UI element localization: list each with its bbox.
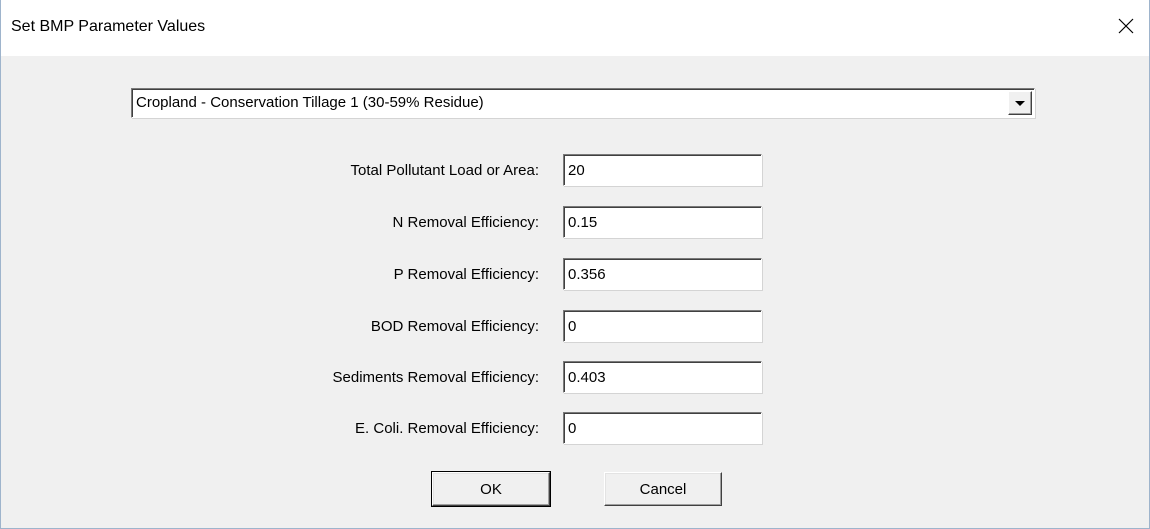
ok-button[interactable]: OK	[431, 471, 551, 507]
n-removal-label: N Removal Efficiency:	[392, 214, 539, 231]
close-icon	[1118, 18, 1134, 39]
field-row-total-load: Total Pollutant Load or Area:	[1, 154, 1149, 188]
bmp-type-selected-value: Cropland - Conservation Tillage 1 (30-59…	[136, 94, 484, 111]
bmp-type-dropdown[interactable]: Cropland - Conservation Tillage 1 (30-59…	[131, 88, 1035, 118]
dialog-window: Set BMP Parameter Values Cropland - Cons…	[0, 0, 1150, 529]
field-row-sediments-removal: Sediments Removal Efficiency:	[1, 361, 1149, 395]
dialog-body: Cropland - Conservation Tillage 1 (30-59…	[1, 56, 1149, 528]
cancel-button[interactable]: Cancel	[604, 472, 722, 506]
ecoli-removal-input[interactable]	[563, 412, 762, 444]
p-removal-label: P Removal Efficiency:	[393, 266, 539, 283]
n-removal-input[interactable]	[563, 206, 762, 238]
ecoli-removal-label: E. Coli. Removal Efficiency:	[355, 420, 539, 437]
field-row-p-removal: P Removal Efficiency:	[1, 258, 1149, 292]
total-load-input[interactable]	[563, 154, 762, 186]
bod-removal-label: BOD Removal Efficiency:	[370, 318, 539, 335]
bod-removal-input[interactable]	[563, 310, 762, 342]
field-row-ecoli-removal: E. Coli. Removal Efficiency:	[1, 412, 1149, 446]
dropdown-button[interactable]	[1008, 91, 1032, 115]
field-row-bod-removal: BOD Removal Efficiency:	[1, 310, 1149, 344]
window-title: Set BMP Parameter Values	[11, 18, 206, 35]
title-bar: Set BMP Parameter Values	[1, 0, 1149, 56]
dropdown-arrow-icon	[1015, 94, 1025, 112]
sediments-removal-input[interactable]	[563, 361, 762, 393]
field-row-n-removal: N Removal Efficiency:	[1, 206, 1149, 240]
total-load-label: Total Pollutant Load or Area:	[350, 162, 539, 179]
sediments-removal-label: Sediments Removal Efficiency:	[332, 369, 539, 386]
p-removal-input[interactable]	[563, 258, 762, 290]
close-button[interactable]	[1103, 0, 1149, 56]
